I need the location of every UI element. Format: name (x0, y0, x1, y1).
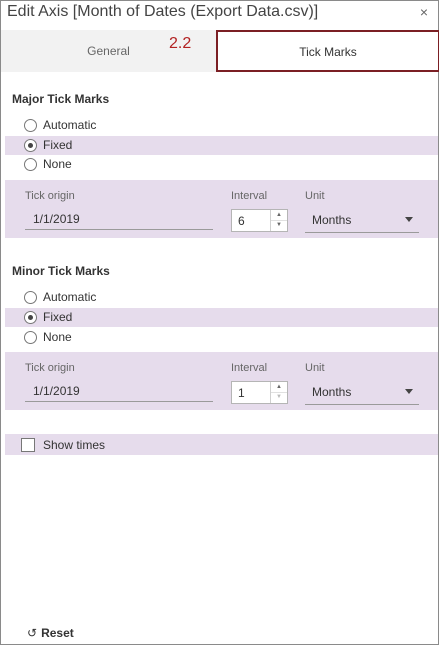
dialog-title: Edit Axis [Month of Dates (Export Data.c… (7, 3, 319, 20)
reset-button[interactable]: ↺ Reset (27, 626, 74, 642)
chevron-down-icon (405, 389, 413, 394)
close-icon[interactable]: × (420, 4, 428, 20)
stepper-buttons: ▲ ▼ (270, 210, 287, 231)
major-radio-automatic[interactable]: Automatic (5, 116, 438, 135)
minor-unit-dropdown[interactable]: Months (305, 380, 419, 405)
minor-tick-origin-input[interactable]: 1/1/2019 (25, 380, 213, 402)
radio-button[interactable] (24, 119, 37, 132)
edit-axis-dialog: Edit Axis [Month of Dates (Export Data.c… (0, 0, 439, 645)
minor-fixed-settings: Tick origin 1/1/2019 Interval 1 ▲ ▼ Unit… (5, 352, 438, 410)
arrow-down-icon[interactable]: ▼ (271, 392, 287, 402)
step-annotation: 2.2 (169, 35, 192, 52)
title-bar: Edit Axis [Month of Dates (Export Data.c… (1, 1, 438, 27)
tab-tick-marks[interactable]: Tick Marks (216, 30, 439, 72)
radio-label: None (43, 157, 72, 171)
major-interval-stepper[interactable]: 6 ▲ ▼ (231, 209, 288, 232)
major-tick-marks-heading: Major Tick Marks (12, 92, 110, 106)
radio-label: None (43, 330, 72, 344)
reset-icon: ↺ (27, 626, 38, 640)
radio-label: Fixed (43, 138, 73, 152)
radio-label: Automatic (43, 118, 97, 132)
radio-button[interactable] (24, 331, 37, 344)
interval-value[interactable]: 6 (238, 214, 245, 228)
radio-button[interactable] (24, 158, 37, 171)
major-fixed-settings: Tick origin 1/1/2019 Interval 6 ▲ ▼ Unit… (5, 180, 438, 238)
radio-button-selected[interactable] (24, 139, 37, 152)
arrow-down-icon[interactable]: ▼ (271, 220, 287, 230)
interval-label: Interval (231, 190, 268, 202)
interval-label: Interval (231, 362, 268, 374)
unit-label: Unit (305, 190, 325, 202)
radio-label: Fixed (43, 310, 73, 324)
stepper-buttons: ▲ ▼ (270, 382, 287, 403)
show-times-checkbox[interactable] (21, 438, 35, 452)
radio-dot (28, 315, 33, 320)
chevron-down-icon (405, 217, 413, 222)
radio-label: Automatic (43, 290, 97, 304)
radio-dot (28, 143, 33, 148)
show-times-label: Show times (43, 438, 106, 452)
minor-radio-fixed[interactable]: Fixed (5, 308, 438, 327)
show-times-row[interactable]: Show times (5, 434, 438, 455)
tab-bar: General Tick Marks (1, 30, 439, 72)
unit-label: Unit (305, 362, 325, 374)
major-radio-fixed[interactable]: Fixed (5, 136, 438, 155)
radio-button[interactable] (24, 291, 37, 304)
minor-radio-automatic[interactable]: Automatic (5, 288, 438, 307)
reset-label: Reset (41, 626, 74, 640)
minor-interval-stepper[interactable]: 1 ▲ ▼ (231, 381, 288, 404)
unit-value: Months (312, 385, 352, 399)
tick-origin-label: Tick origin (25, 362, 75, 374)
major-radio-none[interactable]: None (5, 155, 438, 174)
unit-value: Months (312, 213, 352, 227)
radio-button-selected[interactable] (24, 311, 37, 324)
minor-radio-none[interactable]: None (5, 328, 438, 347)
major-tick-origin-input[interactable]: 1/1/2019 (25, 208, 213, 230)
interval-value[interactable]: 1 (238, 386, 245, 400)
tick-origin-label: Tick origin (25, 190, 75, 202)
minor-tick-marks-heading: Minor Tick Marks (12, 264, 110, 278)
major-unit-dropdown[interactable]: Months (305, 208, 419, 233)
